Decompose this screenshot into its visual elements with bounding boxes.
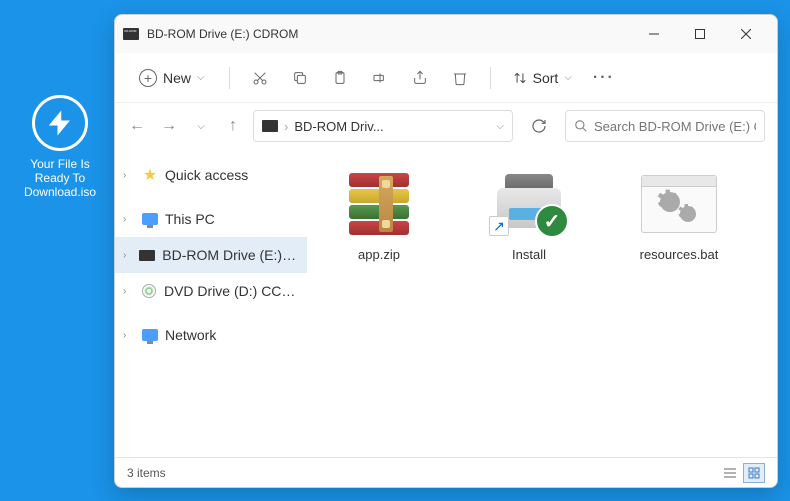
chevron-right-icon: › [123, 330, 135, 341]
sidebar-item-network[interactable]: › Network [115, 317, 307, 353]
file-list[interactable]: app.zip ✓ ↗ Install [307, 149, 777, 457]
file-label: resources.bat [623, 247, 735, 262]
maximize-button[interactable] [677, 18, 723, 50]
bat-icon [639, 169, 719, 239]
disc-icon [140, 282, 158, 300]
chevron-down-icon[interactable]: ⌵ [496, 121, 504, 132]
lightning-icon [32, 95, 88, 151]
rename-button[interactable] [362, 60, 398, 96]
network-icon [141, 326, 159, 344]
plus-icon: + [139, 69, 157, 87]
shortcut-arrow-icon: ↗ [489, 216, 509, 236]
nav-label: Quick access [165, 167, 248, 183]
new-label: New [163, 70, 191, 86]
titlebar[interactable]: BD-ROM Drive (E:) CDROM [115, 15, 777, 53]
item-count: 3 items [127, 466, 166, 480]
drive-icon [262, 120, 278, 132]
check-icon: ✓ [535, 204, 569, 238]
printer-shortcut-icon: ✓ ↗ [489, 169, 569, 239]
nav-label: DVD Drive (D:) CCCCC [164, 283, 299, 299]
separator [229, 67, 230, 89]
minimize-button[interactable] [631, 18, 677, 50]
address-path: BD-ROM Driv... [294, 119, 490, 134]
file-resources-bat[interactable]: resources.bat [619, 161, 739, 270]
separator [490, 67, 491, 89]
zip-icon [339, 169, 419, 239]
address-row: ← → ⌵ ↑ › BD-ROM Driv... ⌵ [115, 103, 777, 149]
back-button[interactable]: ← [127, 116, 147, 136]
sort-button[interactable]: Sort ⌵ [503, 64, 582, 92]
copy-button[interactable] [282, 60, 318, 96]
chevron-right-icon: › [123, 170, 135, 181]
details-view-button[interactable] [719, 463, 741, 483]
up-button[interactable]: ↑ [223, 116, 243, 136]
search-bar[interactable] [565, 110, 765, 142]
monitor-icon [141, 210, 159, 228]
delete-button[interactable] [442, 60, 478, 96]
recent-button[interactable]: ⌵ [191, 116, 211, 136]
file-label: Install [473, 247, 585, 262]
icons-view-button[interactable] [743, 463, 765, 483]
chevron-right-icon: › [123, 214, 135, 225]
window-title: BD-ROM Drive (E:) CDROM [147, 27, 631, 41]
chevron-right-icon: › [123, 286, 134, 297]
drive-icon [123, 28, 139, 40]
new-button[interactable]: + New ⌵ [127, 63, 217, 93]
iso-label: Your File Is Ready To Download.iso [20, 157, 100, 199]
drive-icon [138, 246, 156, 264]
forward-button[interactable]: → [159, 116, 179, 136]
nav-label: This PC [165, 211, 215, 227]
sidebar-item-quick-access[interactable]: › ★ Quick access [115, 157, 307, 193]
nav-label: Network [165, 327, 216, 343]
close-button[interactable] [723, 18, 769, 50]
chevron-right-icon: › [284, 119, 288, 134]
chevron-down-icon: ⌵ [197, 72, 205, 83]
refresh-button[interactable] [523, 110, 555, 142]
star-icon: ★ [141, 166, 159, 184]
chevron-down-icon: ⌵ [564, 72, 572, 83]
sort-label: Sort [533, 70, 559, 86]
file-label: app.zip [323, 247, 435, 262]
sort-icon [513, 71, 527, 85]
sidebar-item-bdrom[interactable]: › BD-ROM Drive (E:) CDROM [115, 237, 307, 273]
search-input[interactable] [594, 119, 756, 134]
paste-button[interactable] [322, 60, 358, 96]
nav-label: BD-ROM Drive (E:) CDROM [162, 247, 299, 263]
file-install[interactable]: ✓ ↗ Install [469, 161, 589, 270]
desktop-iso-shortcut[interactable]: Your File Is Ready To Download.iso [20, 95, 100, 199]
more-button[interactable]: ··· [586, 60, 622, 96]
explorer-window: BD-ROM Drive (E:) CDROM + New ⌵ Sort ⌵ ·… [114, 14, 778, 488]
chevron-right-icon: › [123, 250, 132, 261]
navigation-pane: › ★ Quick access › This PC › BD-ROM Driv… [115, 149, 307, 457]
search-icon [574, 119, 588, 133]
gear-icon [680, 206, 696, 222]
status-bar: 3 items [115, 457, 777, 487]
share-button[interactable] [402, 60, 438, 96]
toolbar: + New ⌵ Sort ⌵ ··· [115, 53, 777, 103]
cut-button[interactable] [242, 60, 278, 96]
address-bar[interactable]: › BD-ROM Driv... ⌵ [253, 110, 513, 142]
sidebar-item-dvd[interactable]: › DVD Drive (D:) CCCCC [115, 273, 307, 309]
file-app-zip[interactable]: app.zip [319, 161, 439, 270]
sidebar-item-this-pc[interactable]: › This PC [115, 201, 307, 237]
